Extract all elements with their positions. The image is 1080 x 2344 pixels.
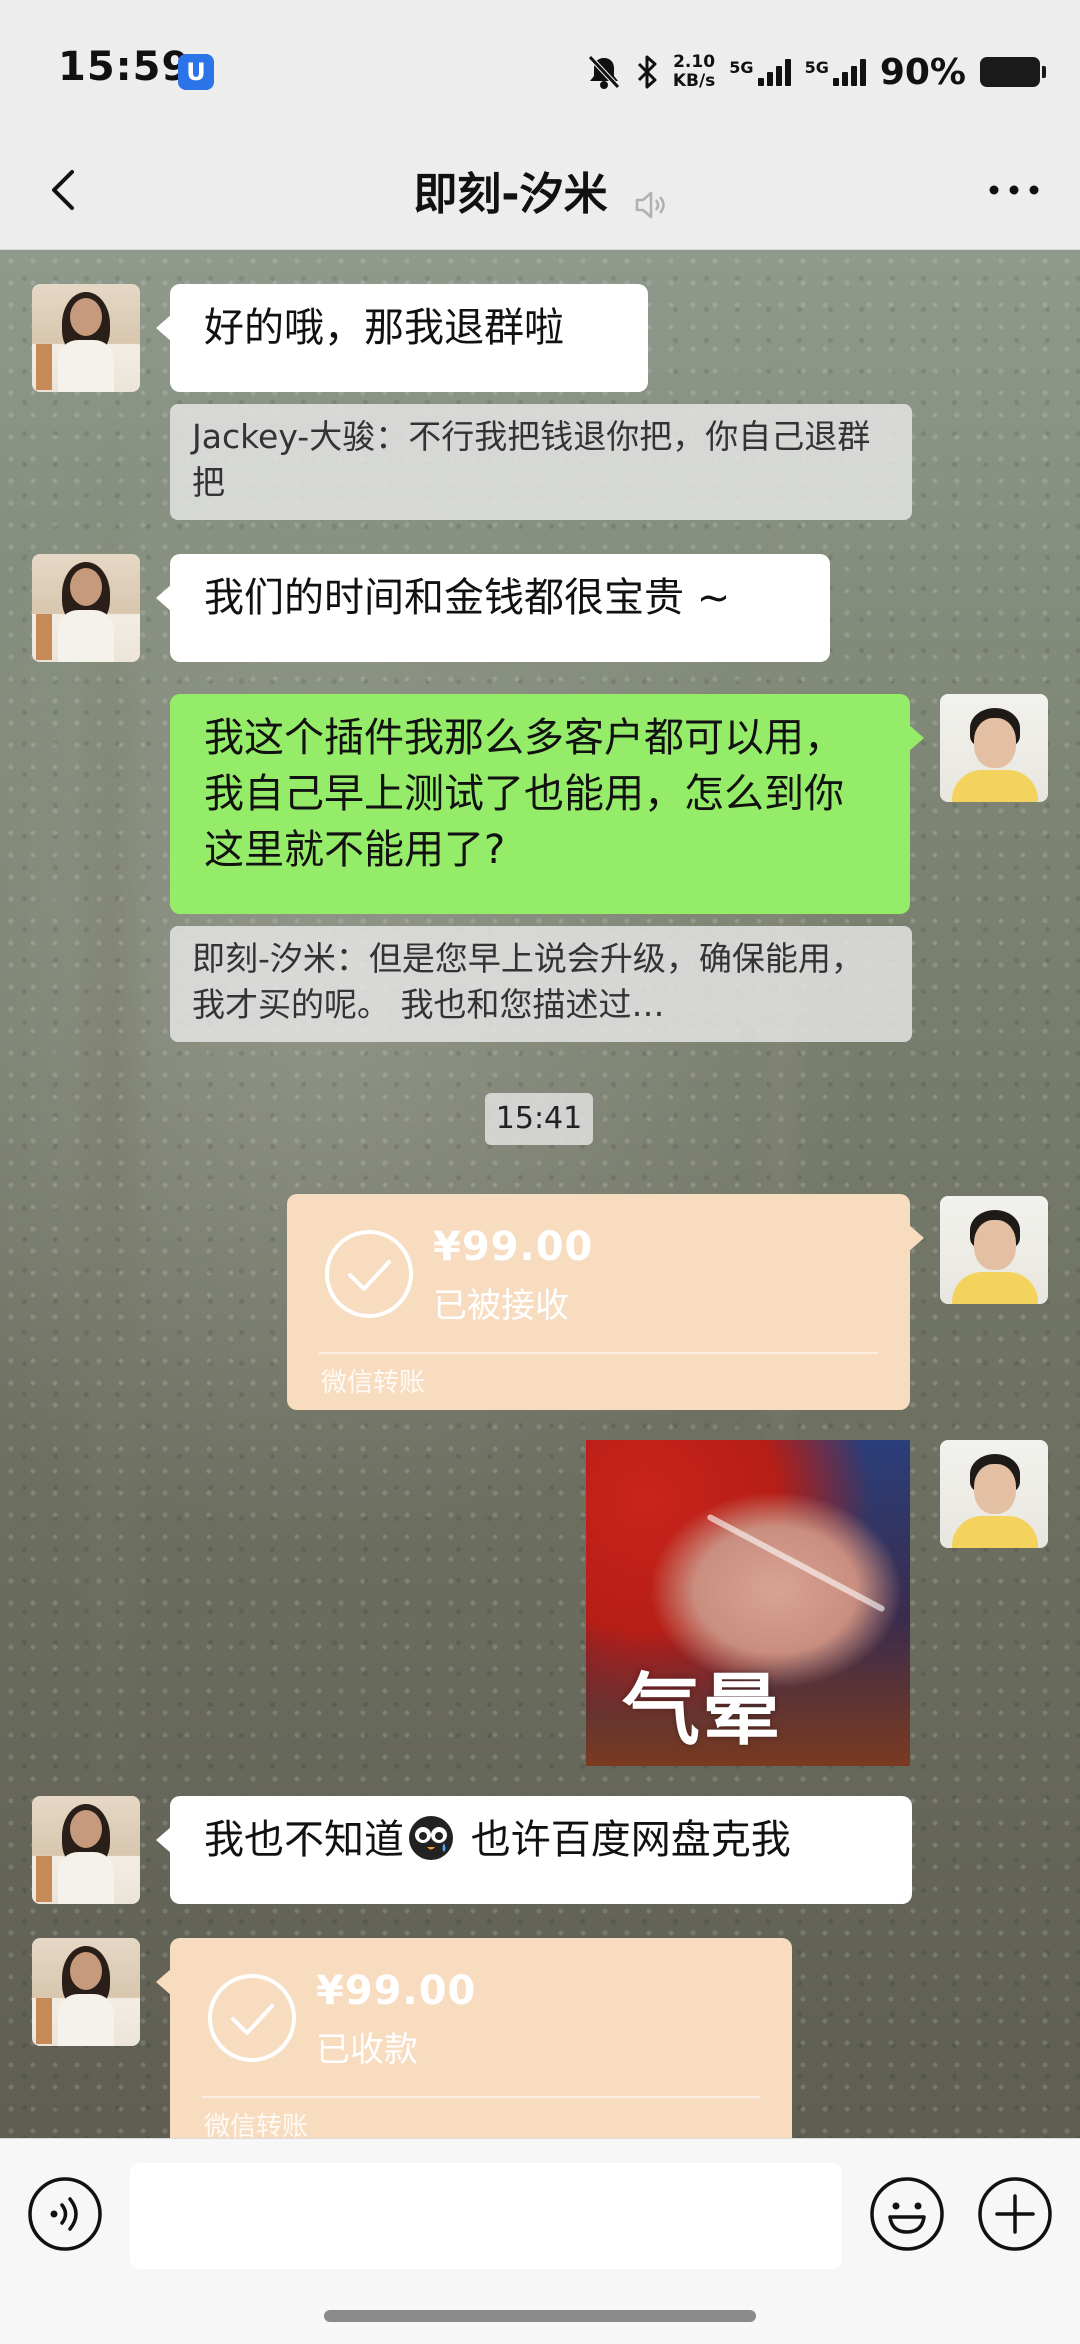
check-circle-icon — [208, 1974, 296, 2062]
more-icon[interactable] — [984, 170, 1044, 210]
signal-2: 5G — [805, 58, 866, 86]
contact-avatar[interactable] — [32, 1796, 140, 1904]
signal-2-label: 5G — [804, 58, 829, 77]
transfer-amount: ¥99.00 — [316, 1968, 477, 2014]
message-input[interactable] — [130, 2163, 842, 2269]
quoted-text: 即刻-汐米：但是您早上说会升级，确保能用，我才买的呢。 我也和您描述过… — [192, 939, 864, 1024]
bluetooth-icon — [637, 55, 657, 89]
quoted-reply[interactable]: Jackey-大骏：不行我把钱退你把，你自己退群把 — [170, 404, 912, 520]
my-avatar[interactable] — [940, 1440, 1048, 1548]
my-avatar[interactable] — [940, 1196, 1048, 1304]
sticker-image[interactable]: 气晕 — [586, 1440, 910, 1766]
message-text: 我这个插件我那么多客户都可以用，我自己早上测试了也能用，怎么到你这里就不能用了? — [204, 715, 844, 873]
sticker-caption: 气晕 — [622, 1666, 783, 1756]
quoted-text: Jackey-大骏：不行我把钱退你把，你自己退群把 — [192, 417, 871, 502]
network-speed: 2.10 KB/s — [673, 53, 715, 91]
transfer-amount: ¥99.00 — [433, 1224, 594, 1270]
mute-icon — [635, 191, 665, 218]
transfer-card[interactable]: ¥99.00 已被接收 微信转账 — [287, 1194, 924, 1410]
contact-avatar[interactable] — [32, 554, 140, 662]
message-text: 我们的时间和金钱都很宝贵 ~ — [204, 575, 731, 621]
title-wrap: 即刻-汐米 — [0, 158, 1080, 223]
home-indicator[interactable] — [324, 2310, 756, 2322]
signal-1-label: 5G — [729, 58, 754, 77]
timestamp: 15:41 — [485, 1093, 593, 1145]
transfer-card[interactable]: ¥99.00 已收款 微信转账 — [156, 1938, 792, 2138]
chat-area[interactable]: 好的哦，那我退群啦 Jackey-大骏：不行我把钱退你把，你自己退群把 我们的时… — [0, 250, 1080, 2138]
battery-percent: 90% — [879, 51, 966, 93]
signal-1-bars-icon — [757, 58, 791, 86]
contact-avatar[interactable] — [32, 1938, 140, 2046]
transfer-status: 已被接收 — [433, 1286, 569, 1326]
app-notification-icon: U — [178, 54, 214, 90]
battery-icon — [980, 57, 1046, 87]
owl-emoji-icon — [409, 1816, 453, 1860]
network-speed-unit: KB/s — [672, 71, 716, 91]
status-time: 15:59 — [58, 44, 191, 90]
my-avatar[interactable] — [940, 694, 1048, 802]
signal-1: 5G — [729, 58, 791, 86]
voice-icon[interactable] — [26, 2175, 104, 2253]
transfer-status: 已收款 — [316, 2030, 418, 2070]
chat-title: 即刻-汐米 — [413, 169, 608, 220]
mute-icon — [588, 55, 620, 89]
emoji-icon[interactable] — [868, 2175, 946, 2253]
transfer-label: 微信转账 — [321, 1368, 426, 1398]
status-bar: 15:59 U 2.10 KB/s 5G 5G 90% — [0, 0, 1080, 130]
message-bubble[interactable]: 我也不知道 也许百度网盘克我 — [156, 1796, 912, 1904]
message-bubble[interactable]: 我们的时间和金钱都很宝贵 ~ — [156, 554, 830, 662]
transfer-label: 微信转账 — [204, 2112, 309, 2138]
status-icons: 2.10 KB/s 5G 5G 90% — [587, 42, 1046, 102]
plus-icon[interactable] — [976, 2175, 1054, 2253]
contact-avatar[interactable] — [32, 284, 140, 392]
quoted-reply[interactable]: 即刻-汐米：但是您早上说会升级，确保能用，我才买的呢。 我也和您描述过… — [170, 926, 912, 1042]
message-text: 好的哦，那我退群啦 — [204, 305, 564, 351]
transfer-divider — [319, 1352, 878, 1354]
message-bubble[interactable]: 好的哦，那我退群啦 — [156, 284, 648, 392]
message-text-part-2: 也许百度网盘克我 — [458, 1817, 791, 1863]
transfer-divider — [202, 2096, 760, 2098]
signal-2-bars-icon — [832, 58, 866, 86]
message-bubble[interactable]: 我这个插件我那么多客户都可以用，我自己早上测试了也能用，怎么到你这里就不能用了? — [170, 694, 924, 914]
message-text-part-1: 我也不知道 — [204, 1817, 404, 1863]
network-speed-value: 2.10 — [673, 52, 716, 72]
chat-header: 即刻-汐米 — [0, 130, 1080, 250]
check-circle-icon — [325, 1230, 413, 1318]
